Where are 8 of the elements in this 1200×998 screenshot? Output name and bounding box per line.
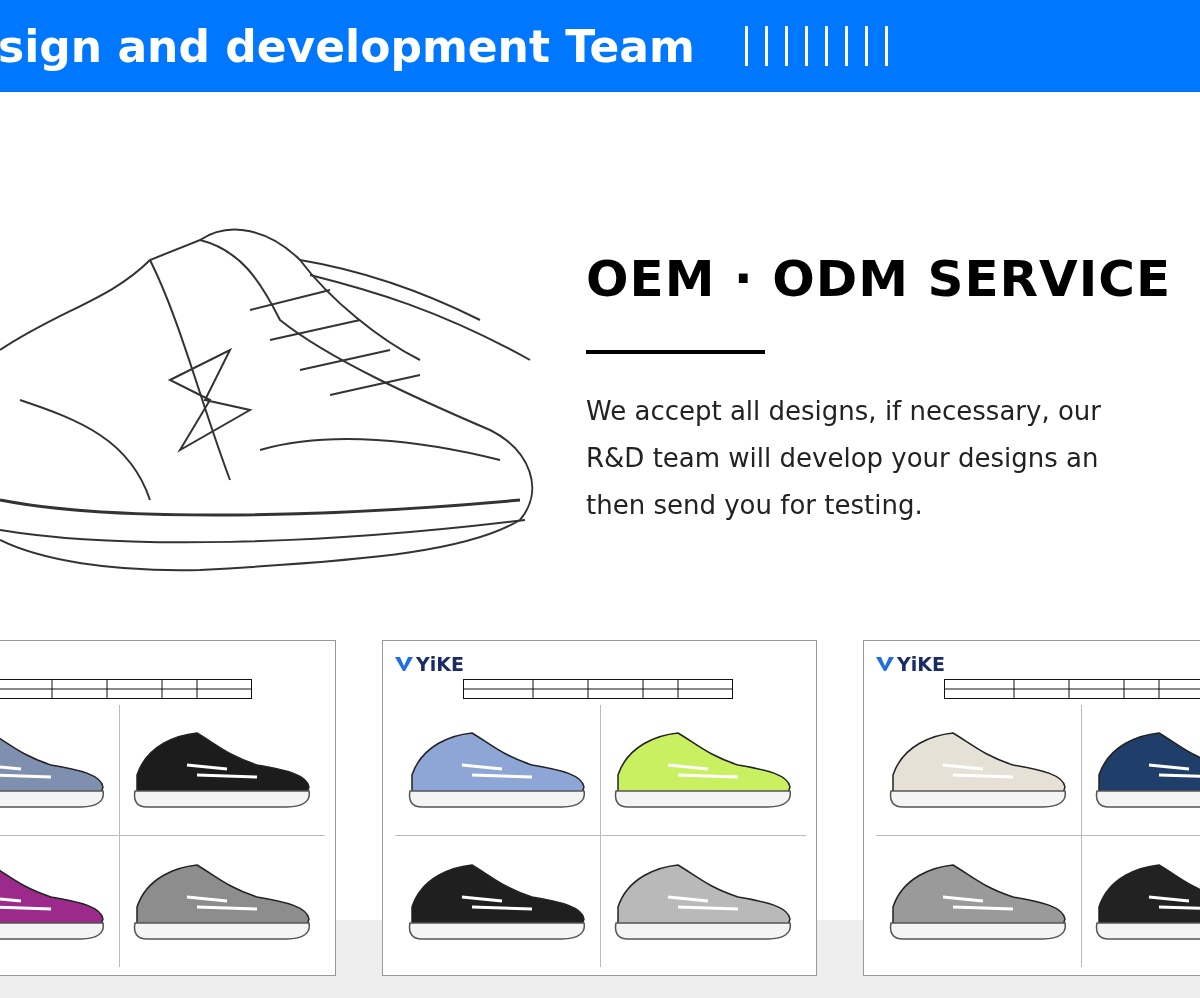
- logo-icon: [876, 657, 894, 671]
- service-description: We accept all designs, if necessary, our R&D team will develop your designs an then send you for testing.: [586, 395, 1102, 522]
- brand-logo: YiKE: [897, 653, 945, 675]
- brand-logo: YiKE: [416, 653, 464, 675]
- stripes-icon: [744, 26, 890, 68]
- service-title: OEM · ODM SERVICE: [586, 250, 1172, 308]
- banner-title: sign and development Team: [0, 20, 695, 72]
- logo-icon: [395, 657, 413, 671]
